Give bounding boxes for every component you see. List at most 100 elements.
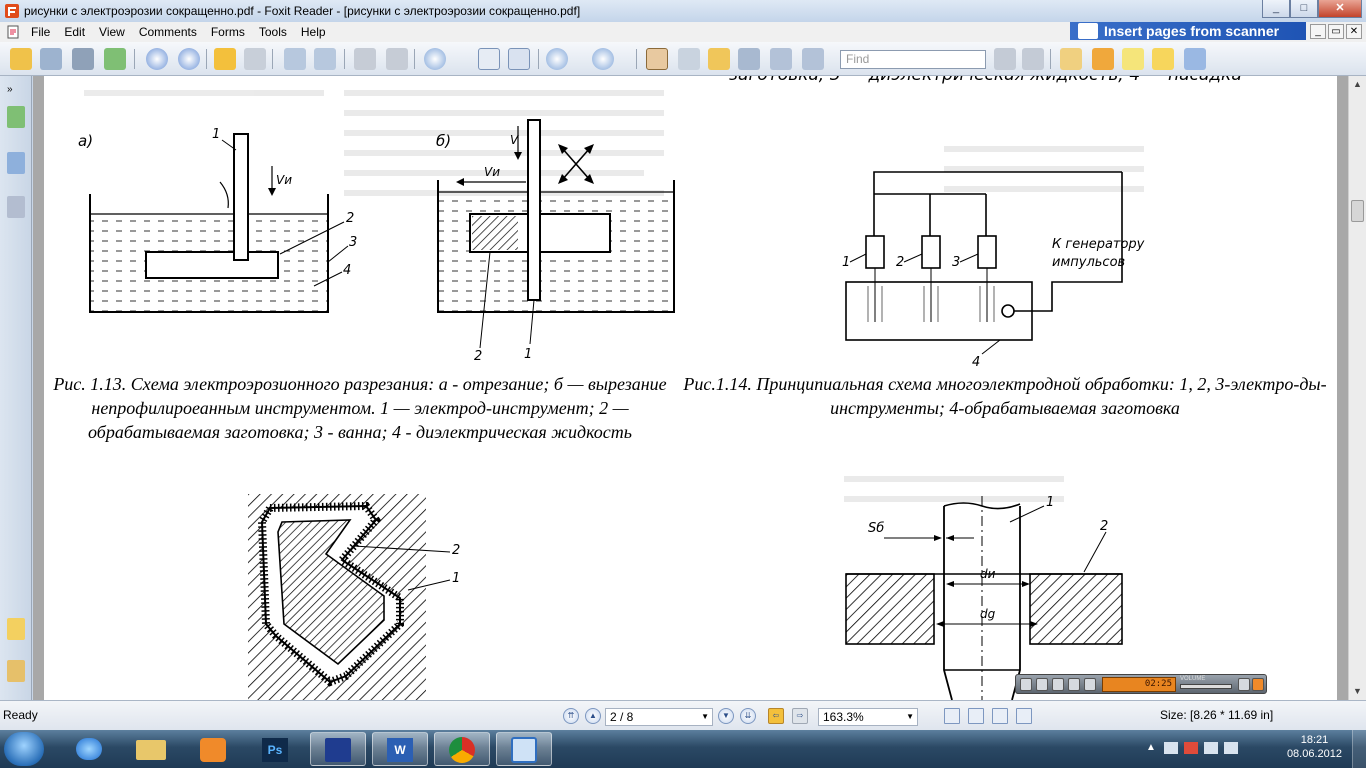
menu-view[interactable]: View <box>92 25 132 39</box>
pages-icon[interactable] <box>7 152 25 174</box>
zoom-out-icon[interactable] <box>546 48 568 70</box>
taskbar-media-player-icon[interactable] <box>186 732 242 766</box>
start-button[interactable] <box>4 732 44 766</box>
note-icon[interactable] <box>1152 48 1174 70</box>
first-page-icon[interactable]: ⇈ <box>563 708 579 724</box>
comments-panel-icon[interactable] <box>7 618 25 640</box>
minimize-button[interactable]: _ <box>1262 0 1290 18</box>
pencil-icon[interactable] <box>1092 48 1114 70</box>
snapshot-icon[interactable] <box>802 48 824 70</box>
find-previous-icon[interactable] <box>994 48 1016 70</box>
continuous-icon[interactable] <box>968 708 984 724</box>
layers-icon[interactable] <box>7 196 25 218</box>
hole-sb: Sб <box>868 521 884 536</box>
annotation-select-icon[interactable] <box>708 48 730 70</box>
redo-icon[interactable] <box>386 48 408 70</box>
pdf-page: заготовка; 3 — диэлектрическая жидкость;… <box>44 76 1337 700</box>
document-view[interactable]: заготовка; 3 — диэлектрическая жидкость;… <box>33 76 1348 700</box>
media-close-icon[interactable] <box>1252 678 1264 691</box>
volume-slider[interactable] <box>1180 684 1232 689</box>
fig13b-num-1: 1 <box>524 347 532 362</box>
action-center-icon[interactable] <box>1204 742 1218 754</box>
title-bar: рисунки с электроэрозии сокращенно.pdf -… <box>0 0 1366 22</box>
volume-icon[interactable] <box>1164 742 1178 754</box>
zoom-in-icon[interactable] <box>424 48 446 70</box>
go-back-icon[interactable]: ⇦ <box>768 708 784 724</box>
menu-edit[interactable]: Edit <box>57 25 92 39</box>
go-forward-icon[interactable]: ⇨ <box>792 708 808 724</box>
network-icon[interactable] <box>1184 742 1198 754</box>
menu-forms[interactable]: Forms <box>204 25 252 39</box>
save-icon[interactable] <box>40 48 62 70</box>
show-desktop-button[interactable] <box>1352 730 1366 768</box>
continuous-facing-icon[interactable] <box>1016 708 1032 724</box>
doc-close-button[interactable]: ✕ <box>1346 24 1362 39</box>
select-text-icon[interactable] <box>678 48 700 70</box>
insert-page-icon[interactable] <box>314 48 336 70</box>
zoom-select[interactable]: 163.3% ▼ <box>818 708 918 726</box>
media-play-icon[interactable] <box>1036 678 1048 691</box>
insert-pages-banner[interactable]: Insert pages from scanner <box>1070 22 1306 40</box>
maximize-button[interactable]: □ <box>1290 0 1318 18</box>
fig14-num-2: 2 <box>896 255 904 270</box>
hand-tool-icon[interactable] <box>646 48 668 70</box>
media-pause-icon[interactable] <box>1068 678 1080 691</box>
single-page-icon[interactable] <box>944 708 960 724</box>
find-icon[interactable] <box>738 48 760 70</box>
open-icon[interactable] <box>10 48 32 70</box>
taskbar-word-icon[interactable]: W <box>372 732 428 766</box>
fit-page-icon[interactable] <box>478 48 500 70</box>
keyboard-icon[interactable] <box>1224 742 1238 754</box>
menu-file[interactable]: File <box>24 25 57 39</box>
link-icon[interactable] <box>1184 48 1206 70</box>
vertical-scrollbar[interactable]: ▲ ▼ <box>1348 76 1366 700</box>
taskbar-explorer-icon[interactable] <box>124 732 180 766</box>
next-page-icon[interactable]: ▼ <box>718 708 734 724</box>
taskbar-save-app-icon[interactable] <box>310 732 366 766</box>
media-player-widget[interactable]: 02:25 VOLUME <box>1015 674 1267 694</box>
taskbar-ie-icon[interactable] <box>62 732 118 766</box>
taskbar-photoshop-icon[interactable]: Ps <box>248 732 304 766</box>
clock[interactable]: 18:21 08.06.2012 <box>1287 733 1342 761</box>
attachments-icon[interactable] <box>7 660 25 682</box>
expand-panel-icon[interactable]: » <box>7 84 25 95</box>
page-number-input[interactable]: 2 / 8 ▼ <box>605 708 713 726</box>
tray-expand-icon[interactable]: ▲ <box>1146 742 1156 753</box>
find-input[interactable]: Find <box>840 50 986 69</box>
taskbar-foxit-icon[interactable] <box>496 732 552 766</box>
doc-restore-button[interactable]: ▭ <box>1328 24 1344 39</box>
prev-page-icon[interactable] <box>146 48 168 70</box>
highlight-icon[interactable] <box>1060 48 1082 70</box>
back-icon[interactable] <box>214 48 236 70</box>
facing-icon[interactable] <box>992 708 1008 724</box>
previous-page-icon[interactable]: ▲ <box>585 708 601 724</box>
scroll-up-icon[interactable]: ▲ <box>1349 76 1366 93</box>
typewriter-icon[interactable] <box>770 48 792 70</box>
email-icon[interactable] <box>104 48 126 70</box>
doc-minimize-button[interactable]: _ <box>1310 24 1326 39</box>
figure-1-14: К генератору импульсов 1 2 3 4 <box>842 171 1145 370</box>
fit-width-icon[interactable] <box>508 48 530 70</box>
last-page-icon[interactable]: ⇊ <box>740 708 756 724</box>
scrollbar-thumb[interactable] <box>1351 200 1364 222</box>
close-button[interactable]: ✕ <box>1318 0 1362 18</box>
menu-help[interactable]: Help <box>294 25 333 39</box>
find-next-icon[interactable] <box>1022 48 1044 70</box>
media-stop-icon[interactable] <box>1052 678 1064 691</box>
media-prev-icon[interactable] <box>1020 678 1032 691</box>
next-page-icon[interactable] <box>178 48 200 70</box>
bookmarks-icon[interactable] <box>7 106 25 128</box>
media-minimize-icon[interactable] <box>1238 678 1250 691</box>
zoom-plus-icon[interactable] <box>592 48 614 70</box>
media-next-icon[interactable] <box>1084 678 1096 691</box>
menu-tools[interactable]: Tools <box>252 25 294 39</box>
forward-icon[interactable] <box>244 48 266 70</box>
menu-comments[interactable]: Comments <box>132 25 204 39</box>
extract-page-icon[interactable] <box>284 48 306 70</box>
undo-icon[interactable] <box>354 48 376 70</box>
text-box-icon[interactable] <box>1122 48 1144 70</box>
scroll-down-icon[interactable]: ▼ <box>1349 683 1366 700</box>
fig13a-num-4: 4 <box>343 263 351 278</box>
print-icon[interactable] <box>72 48 94 70</box>
taskbar-chrome-icon[interactable] <box>434 732 490 766</box>
